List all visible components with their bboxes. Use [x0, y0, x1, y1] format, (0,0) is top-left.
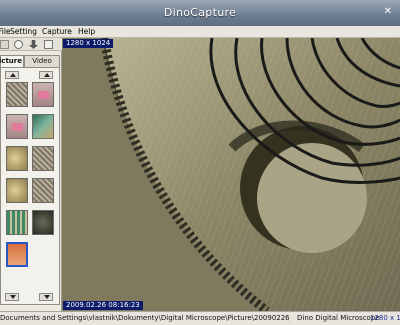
page-up-button[interactable]: [39, 71, 53, 79]
thumbnail-1[interactable]: [6, 82, 28, 107]
toolbar: [0, 38, 62, 51]
window-title: DinoCapture: [163, 6, 237, 19]
thumbnail-9[interactable]: [6, 210, 28, 235]
tab-strip: Picture Video: [0, 55, 62, 68]
menu-bar: File Setting Capture Help: [0, 26, 400, 38]
thumbnail-3[interactable]: [6, 114, 28, 139]
scroll-down-button[interactable]: [5, 293, 19, 301]
tab-picture-label: Picture: [0, 57, 22, 65]
tab-video[interactable]: Video: [24, 55, 60, 67]
thumbnail-11-selected[interactable]: [6, 242, 28, 267]
status-resolution: 1280 x 1024: [370, 314, 400, 322]
thumbnail-7[interactable]: [6, 178, 28, 203]
title-bar: DinoCapture ✕: [0, 0, 400, 26]
status-bar: Documents and Settings\vlastnik\Dokument…: [0, 311, 400, 325]
capture-timestamp: 2009.02.26 08:16:23: [63, 301, 143, 310]
page-down-button[interactable]: [39, 293, 53, 301]
resolution-badge: 1280 x 1024: [63, 39, 114, 48]
save-icon[interactable]: [29, 40, 38, 49]
grid-icon[interactable]: [0, 40, 9, 49]
thumbnail-pane: [0, 67, 60, 305]
thumbnail-8[interactable]: [32, 178, 54, 203]
app-name: Dino Digital Microscope: [297, 314, 380, 322]
menu-file[interactable]: File: [0, 27, 11, 36]
thumbnail-6[interactable]: [32, 146, 54, 171]
thumbnail-5[interactable]: [6, 146, 28, 171]
menu-capture[interactable]: Capture: [42, 27, 72, 36]
timer-icon[interactable]: [14, 40, 23, 49]
file-path: Documents and Settings\vlastnik\Dokument…: [0, 314, 290, 322]
scroll-up-button[interactable]: [5, 71, 19, 79]
thumbnail-2[interactable]: [32, 82, 54, 107]
menu-help[interactable]: Help: [78, 27, 95, 36]
thumbnail-10[interactable]: [32, 210, 54, 235]
menu-setting[interactable]: Setting: [10, 27, 37, 36]
left-panel: Picture Video: [0, 51, 62, 311]
gear-image: [62, 38, 400, 311]
thumbnail-4[interactable]: [32, 114, 54, 139]
copy-icon[interactable]: [44, 40, 53, 49]
close-icon[interactable]: ✕: [384, 6, 392, 17]
microscope-image[interactable]: [62, 38, 400, 311]
